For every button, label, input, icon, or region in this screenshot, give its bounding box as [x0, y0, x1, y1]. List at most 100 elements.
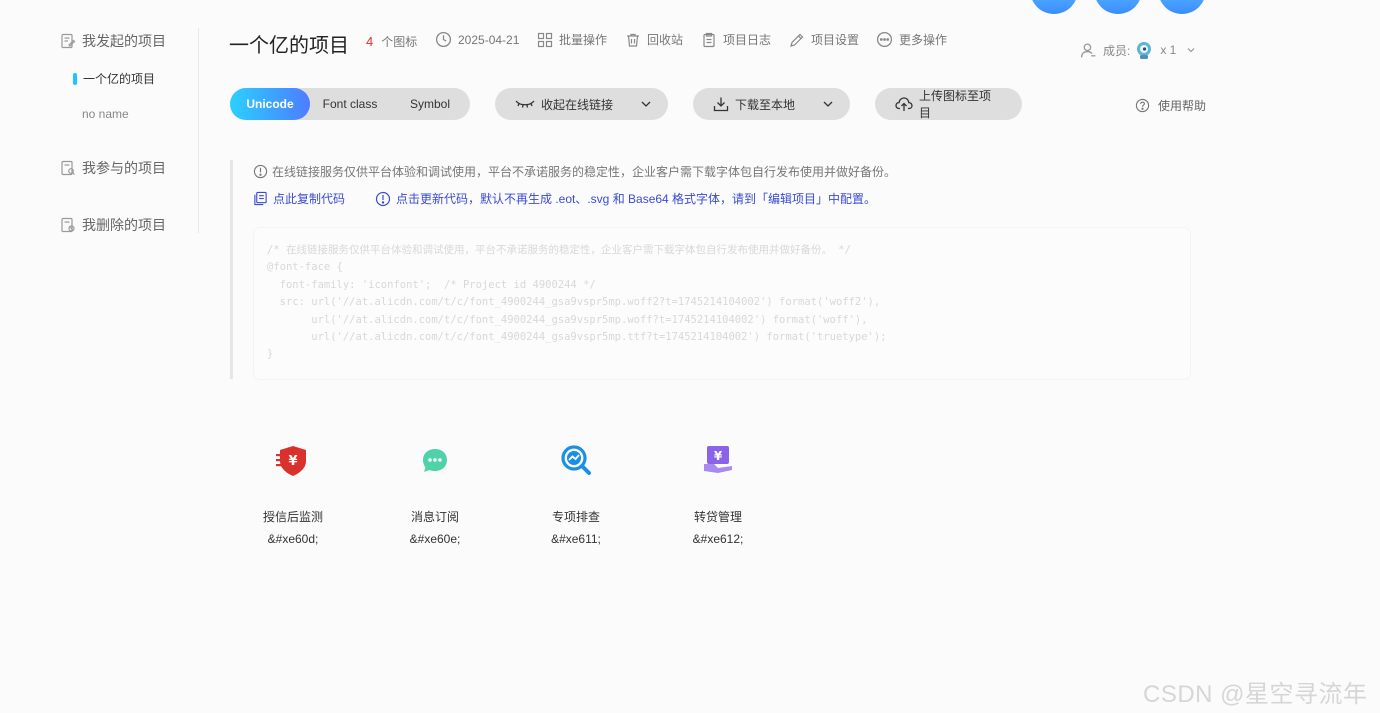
svg-text:¥: ¥ [288, 454, 297, 469]
code-line: @font-face { [267, 261, 343, 274]
active-indicator [73, 72, 77, 85]
tab-font-class[interactable]: Font class [310, 88, 390, 120]
pencil-icon [790, 33, 804, 47]
service-notice: 在线链接服务仅供平台体验和调试使用，平台不承诺服务的稳定性，企业客户需下载字体包… [253, 163, 896, 180]
help-link[interactable]: 使用帮助 [1135, 97, 1206, 114]
copy-code-link[interactable]: 点此复制代码 [253, 190, 345, 207]
icon-card-name: 专项排查 [551, 510, 600, 524]
top-decor-circle [1094, 0, 1142, 14]
page-title: 一个亿的项目 [229, 35, 349, 57]
icon-card[interactable]: 专项排查 &#xe611; [521, 440, 631, 546]
sidebar: 我发起的项目 一个亿的项目 no name 我参与的项目 我删除的项目 [0, 0, 200, 240]
font-face-code-block[interactable]: /* 在线链接服务仅供平台体验和调试使用，平台不承诺服务的稳定性，企业客户需下载… [254, 228, 1190, 379]
download-icon [713, 97, 729, 112]
chat-bubble-icon [423, 449, 447, 472]
sidebar-deleted-projects[interactable]: 我删除的项目 [60, 215, 166, 235]
code-type-tabs: Unicode Font class Symbol [230, 88, 470, 120]
sidebar-joined-projects[interactable]: 我参与的项目 [60, 158, 166, 178]
code-line: url('//at.alicdn.com/t/c/font_4900244_gs… [267, 331, 887, 344]
recycle-bin-button[interactable]: 回收站 [625, 31, 683, 48]
chevron-down-icon [641, 101, 651, 107]
project-log-label: 项目日志 [723, 33, 772, 47]
batch-operation-button[interactable]: 批量操作 [537, 31, 607, 48]
code-line: /* 在线链接服务仅供平台体验和调试使用，平台不承诺服务的稳定性，企业客户需下载… [267, 244, 851, 256]
code-line: src: url('//at.alicdn.com/t/c/font_49002… [267, 296, 881, 309]
members-count: x 1 [1160, 43, 1177, 57]
icon-count-number: 4 [366, 34, 374, 49]
collapse-online-link-label: 收起在线链接 [541, 97, 614, 112]
code-line: font-family: 'iconfont'; /* Project id 4… [267, 278, 596, 291]
tab-unicode[interactable]: Unicode [230, 88, 310, 120]
grid-icon [537, 32, 553, 47]
more-operations-label: 更多操作 [899, 33, 948, 47]
cloud-upload-icon [895, 97, 913, 111]
icon-card-code: &#xe611; [551, 532, 601, 546]
download-local-button[interactable]: 下载至本地 [693, 88, 850, 120]
icon-card-name: 授信后监测 [262, 510, 323, 524]
info-icon [253, 164, 268, 179]
icon-card[interactable]: ¥ 授信后监测 &#xe60d; [238, 440, 348, 546]
search-chart-icon [561, 445, 591, 475]
top-decor-circle [1030, 0, 1078, 14]
created-date-text: 2025-04-21 [458, 32, 520, 47]
members-label: 成员: [1103, 43, 1131, 58]
shield-yen-icon: ¥ [276, 446, 306, 476]
icon-card-code: &#xe60e; [409, 532, 461, 546]
icon-count-unit: 个图标 [381, 35, 418, 49]
watermark: CSDN @星空寻流年 [1143, 681, 1368, 708]
tab-symbol[interactable]: Symbol [390, 88, 470, 120]
copy-code-label: 点此复制代码 [273, 192, 346, 206]
sidebar-item-label: 一个亿的项目 [83, 72, 156, 86]
chevron-down-icon [823, 101, 833, 107]
top-decor-circle [1158, 0, 1206, 14]
code-line: } [267, 348, 274, 361]
icon-card[interactable]: ¥ 转贷管理 &#xe612; [663, 440, 773, 546]
members-dropdown[interactable]: 成员: x 1 [1080, 40, 1196, 60]
trash-icon [627, 33, 639, 47]
more-dots-icon [876, 31, 893, 48]
recycle-bin-label: 回收站 [647, 33, 684, 47]
more-operations-button[interactable]: 更多操作 [876, 31, 947, 48]
icon-card-code: &#xe612; [692, 532, 744, 546]
upload-icons-button[interactable]: 上传图标至项目 [875, 88, 1022, 120]
eye-closed-icon [515, 100, 535, 108]
copy-icon [254, 191, 267, 206]
update-code-label: 点击更新代码，默认不再生成 .eot、.svg 和 Base64 格式字体，请到… [396, 192, 877, 206]
icon-count: 4 个图标 [366, 33, 417, 50]
sidebar-my-projects-label: 我发起的项目 [82, 33, 166, 49]
help-label: 使用帮助 [1158, 99, 1207, 113]
user-icon [1080, 42, 1096, 57]
service-notice-text: 在线链接服务仅供平台体验和调试使用，平台不承诺服务的稳定性，企业客户需下载字体包… [272, 165, 897, 179]
sidebar-item-no-name[interactable]: no name [82, 107, 129, 121]
sidebar-divider [198, 28, 199, 233]
info-icon [375, 191, 391, 206]
doc-edit-icon [61, 33, 76, 49]
question-icon [1135, 98, 1150, 113]
upload-icons-label: 上传图标至项目 [919, 89, 992, 120]
project-settings-label: 项目设置 [811, 33, 860, 47]
chevron-down-icon [1187, 48, 1195, 53]
svg-text:¥: ¥ [714, 449, 723, 463]
avatar [1137, 42, 1152, 59]
icon-card-name: 消息订阅 [410, 510, 459, 524]
project-settings-button[interactable]: 项目设置 [789, 31, 859, 48]
download-local-label: 下载至本地 [735, 97, 796, 112]
collapse-online-link-button[interactable]: 收起在线链接 [495, 88, 668, 120]
doc-delete-icon [61, 217, 75, 233]
created-date: 2025-04-21 [435, 31, 519, 48]
sidebar-joined-projects-label: 我参与的项目 [82, 160, 166, 176]
yen-transfer-icon: ¥ [704, 446, 732, 473]
update-code-link[interactable]: 点击更新代码，默认不再生成 .eot、.svg 和 Base64 格式字体，请到… [375, 190, 876, 207]
info-left-bar [230, 160, 233, 379]
sidebar-my-projects[interactable]: 我发起的项目 [60, 31, 166, 51]
code-line: url('//at.alicdn.com/t/c/font_4900244_gs… [267, 313, 868, 326]
batch-operation-label: 批量操作 [559, 33, 608, 47]
doc-search-icon [61, 160, 75, 176]
sidebar-item-project-active[interactable]: 一个亿的项目 [73, 70, 155, 87]
icon-card-name: 转贷管理 [693, 510, 742, 524]
clipboard-icon [703, 32, 715, 47]
icon-card-code: &#xe60d; [267, 532, 319, 546]
sidebar-deleted-projects-label: 我删除的项目 [82, 217, 166, 233]
project-log-button[interactable]: 项目日志 [701, 31, 771, 48]
icon-card[interactable]: 消息订阅 &#xe60e; [380, 440, 490, 546]
